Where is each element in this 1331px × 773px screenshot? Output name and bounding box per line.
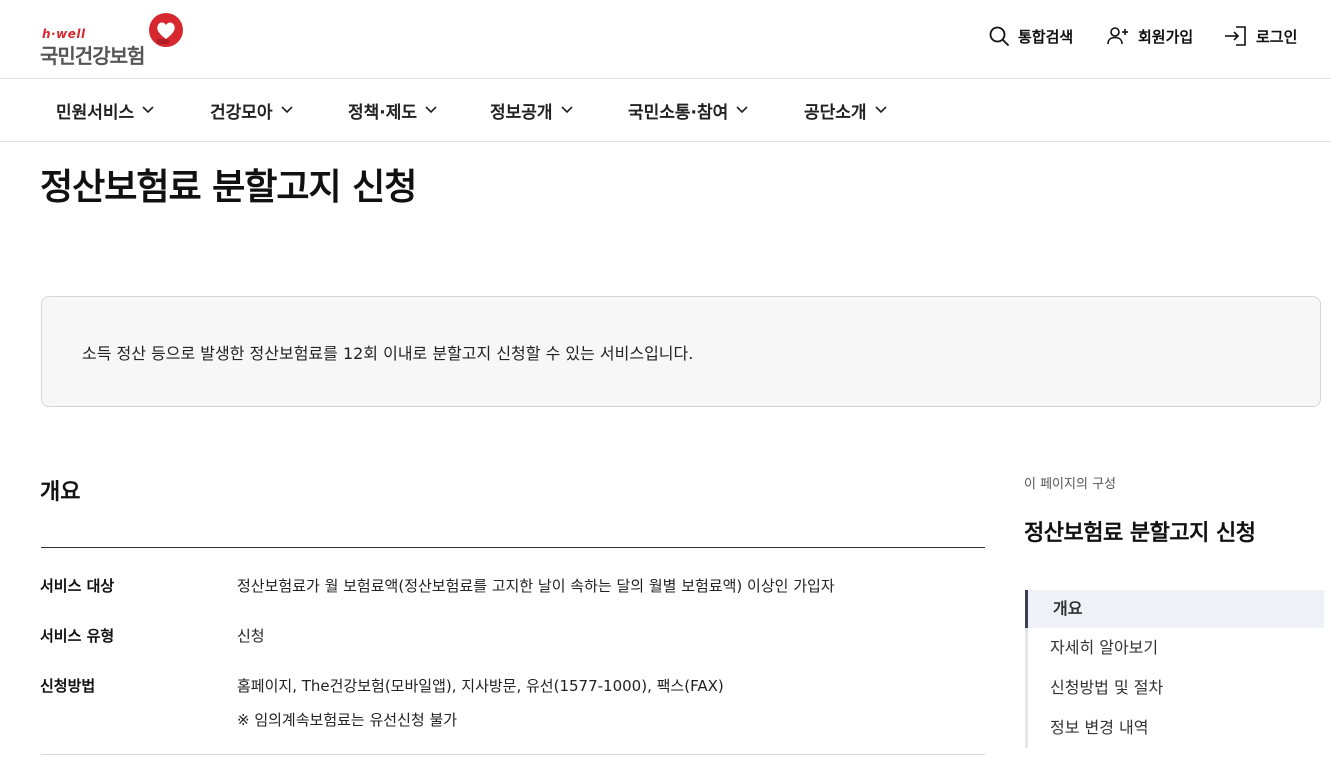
toc-list: 개요 자세히 알아보기 신청방법 및 절차 정보 변경 내역 (1025, 590, 1324, 748)
chevron-down-icon (874, 106, 887, 114)
chevron-down-icon (736, 106, 748, 114)
nav-item-civil-service[interactable]: 민원서비스 (56, 98, 154, 123)
login-icon (1225, 26, 1246, 46)
user-plus-icon (1107, 27, 1128, 45)
search-label: 통합검색 (1018, 27, 1074, 46)
toc-item-details[interactable]: 자세히 알아보기 (1025, 629, 1324, 667)
page-title: 정산보험료 분할고지 신청 (40, 167, 417, 208)
nav-item-label: 건강모아 (210, 102, 273, 123)
nav-item-participation[interactable]: 국민소통·참여 (628, 98, 748, 123)
service-description: 소득 정산 등으로 발생한 정산보험료를 12회 이내로 분할고지 신청할 수 … (82, 344, 694, 363)
signup-button[interactable]: 회원가입 (1106, 24, 1193, 48)
login-label: 로그인 (1256, 27, 1298, 46)
nav-item-label: 공단소개 (804, 102, 867, 123)
nav-item-about[interactable]: 공단소개 (804, 98, 887, 123)
logo-tagline: h·well (42, 27, 86, 41)
nav-item-label: 정책·제도 (348, 102, 418, 123)
apply-method-label: 신청방법 (40, 677, 96, 695)
toc-item-overview[interactable]: 개요 (1025, 590, 1324, 628)
nav-item-policy[interactable]: 정책·제도 (348, 98, 437, 123)
nav-item-disclosure[interactable]: 정보공개 (490, 98, 573, 123)
toc-item-procedure[interactable]: 신청방법 및 절차 (1025, 669, 1324, 707)
nav-item-label: 민원서비스 (56, 102, 135, 123)
nav-item-health-moa[interactable]: 건강모아 (210, 98, 293, 123)
service-description-box: 소득 정산 등으로 발생한 정산보험료를 12회 이내로 분할고지 신청할 수 … (41, 296, 1321, 407)
nav-item-label: 정보공개 (490, 102, 553, 123)
heart-logo-icon (149, 13, 183, 47)
overview-heading: 개요 (40, 480, 81, 505)
nhis-logo[interactable]: h·well 국민건강보험 (40, 12, 190, 68)
site-header: h·well 국민건강보험 통합검색 회원가입 로그인 (0, 0, 1331, 79)
chevron-down-icon (560, 106, 573, 114)
service-type-value: 신청 (237, 627, 265, 645)
logo-text: 국민건강보험 (40, 44, 145, 68)
chevron-down-icon (142, 106, 154, 114)
toc-caption: 이 페이지의 구성 (1024, 477, 1116, 492)
chevron-down-icon (280, 106, 293, 114)
service-type-label: 서비스 유형 (40, 627, 115, 645)
nav-item-label: 국민소통·참여 (628, 102, 729, 123)
chevron-down-icon (425, 106, 437, 114)
toc-title: 정산보험료 분할고지 신청 (1024, 521, 1256, 546)
service-target-label: 서비스 대상 (40, 577, 115, 595)
overview-divider-top (41, 547, 985, 548)
service-target-value: 정산보험료가 월 보험료액(정산보험료를 고지한 날이 속하는 달의 월별 보험… (237, 577, 835, 595)
signup-label: 회원가입 (1138, 27, 1194, 46)
toc-item-change-history[interactable]: 정보 변경 내역 (1025, 709, 1324, 747)
search-icon (989, 26, 1009, 46)
apply-method-value: 홈페이지, The건강보험(모바일앱), 지사방문, 유선(1577-1000)… (237, 677, 724, 695)
apply-method-note: ※ 임의계속보험료는 유선신청 불가 (237, 711, 458, 729)
overview-divider-bottom (41, 754, 985, 755)
login-button[interactable]: 로그인 (1224, 24, 1297, 48)
main-navigation: 민원서비스 건강모아 정책·제도 정보공개 국민소통·참여 공단소개 (0, 79, 1331, 142)
search-button[interactable]: 통합검색 (988, 24, 1073, 48)
